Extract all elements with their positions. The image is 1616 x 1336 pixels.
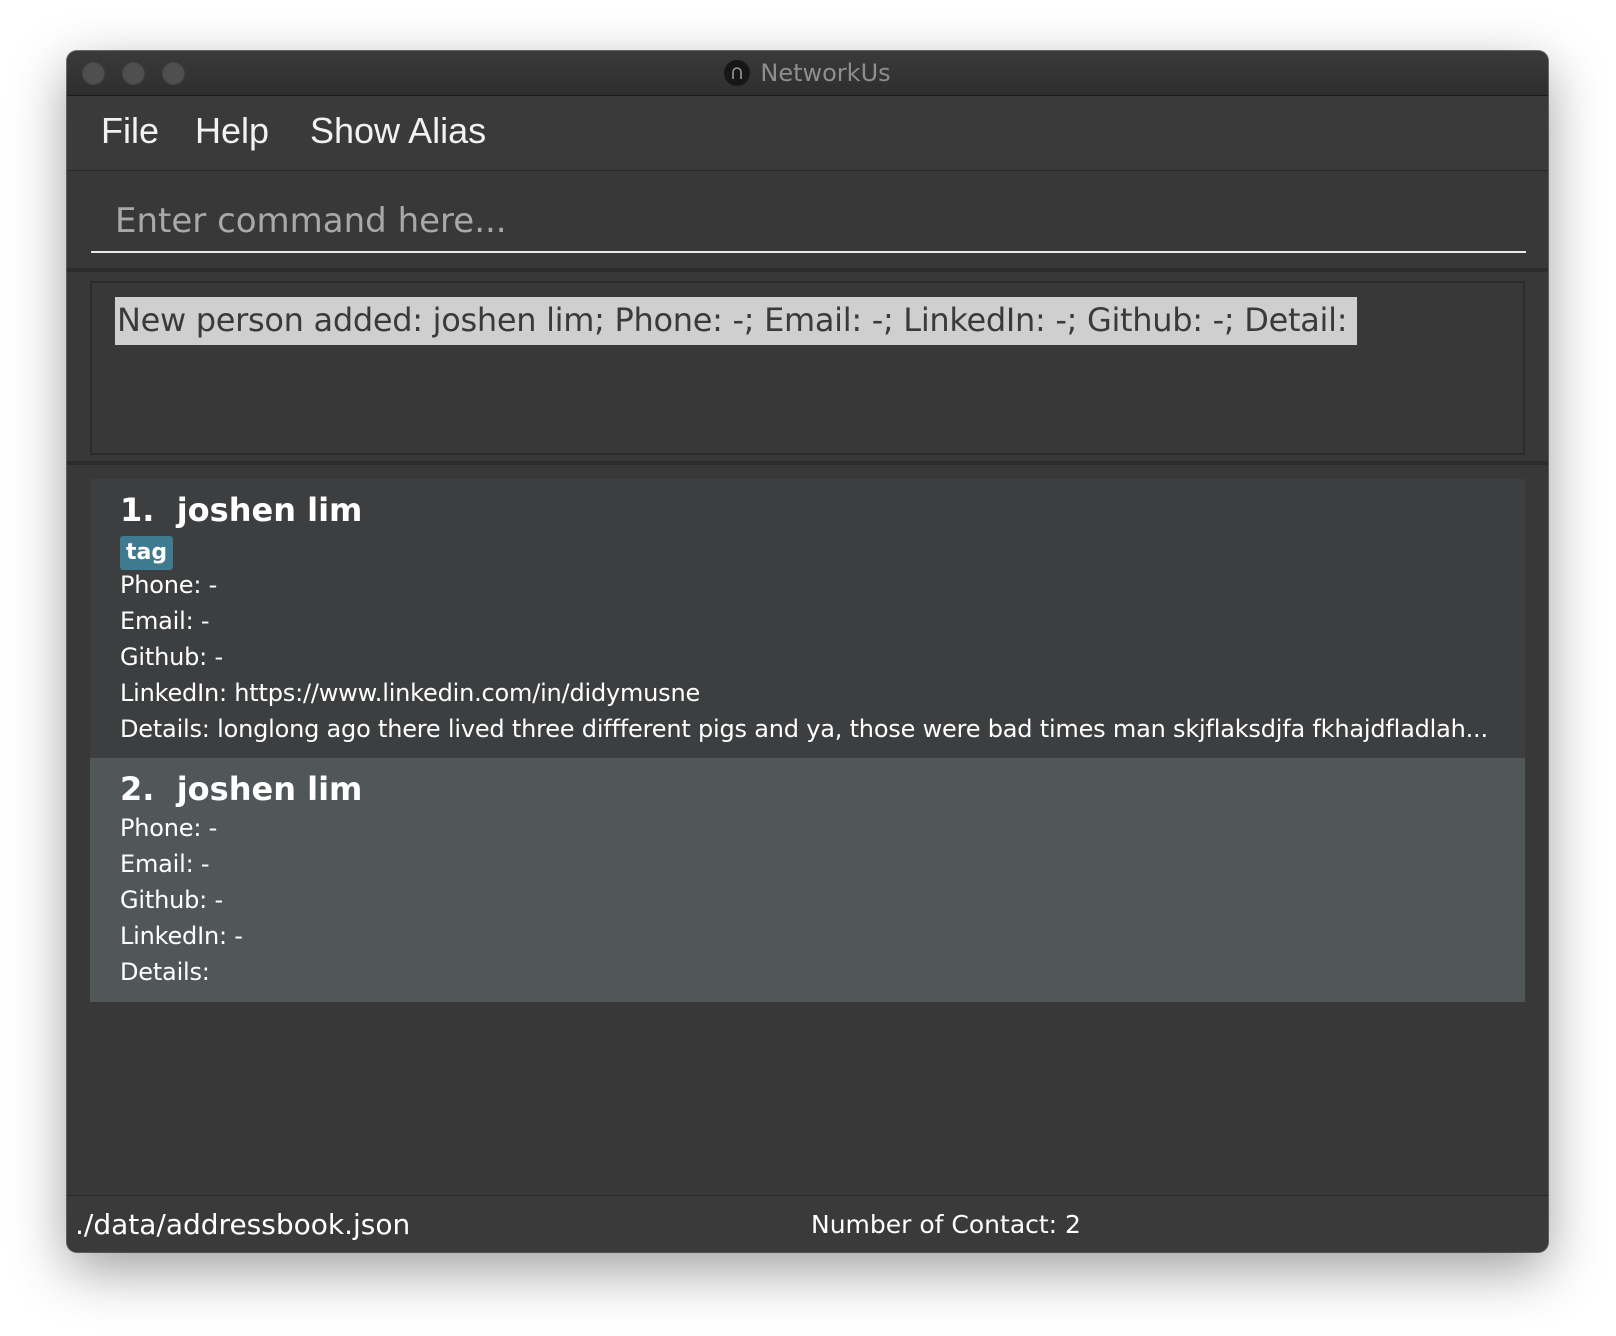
person-card-selected[interactable]: 2. joshen lim Phone: - Email: - Github: … (90, 758, 1525, 1002)
person-tag: tag (120, 536, 174, 570)
person-name-row: 2. joshen lim (120, 770, 362, 808)
person-name: joshen lim (176, 491, 363, 529)
status-bar: ./data/addressbook.json Number of Contac… (67, 1195, 1548, 1252)
menu-show-alias[interactable]: Show Alias (310, 110, 486, 152)
person-linkedin: LinkedIn: - (120, 922, 243, 950)
person-name-row: 1. joshen lim (120, 491, 362, 529)
command-input[interactable] (91, 191, 1526, 253)
person-list[interactable]: 1. joshen lim tag Phone: - Email: - Gith… (67, 469, 1548, 1245)
result-message: New person added: joshen lim; Phone: -; … (115, 297, 1358, 345)
menu-help[interactable]: Help (195, 110, 269, 152)
result-display: New person added: joshen lim; Phone: -; … (90, 281, 1525, 455)
person-details: Details: longlong ago there lived three … (120, 715, 1488, 743)
title-container: NetworkUs (67, 51, 1548, 95)
person-phone: Phone: - (120, 571, 218, 599)
person-github: Github: - (120, 643, 223, 671)
menu-file[interactable]: File (101, 110, 159, 152)
app-logo-icon (724, 60, 751, 86)
person-github: Github: - (120, 886, 223, 914)
person-name: joshen lim (176, 770, 363, 808)
person-details: Details: (120, 958, 210, 986)
person-email: Email: - (120, 607, 210, 635)
divider (67, 268, 1548, 272)
contact-count: Number of Contact: 2 (811, 1210, 1081, 1239)
person-phone: Phone: - (120, 814, 218, 842)
person-linkedin: LinkedIn: https://www.linkedin.com/in/di… (120, 679, 701, 707)
person-index: 1. (120, 491, 155, 529)
menu-bar: File Help Show Alias (67, 96, 1548, 171)
person-card[interactable]: 1. joshen lim tag Phone: - Email: - Gith… (90, 479, 1525, 758)
divider (67, 461, 1548, 465)
person-email: Email: - (120, 850, 210, 878)
app-window: NetworkUs File Help Show Alias New perso… (67, 51, 1548, 1252)
title-bar: NetworkUs (67, 51, 1548, 96)
person-index: 2. (120, 770, 155, 808)
save-file-path: ./data/addressbook.json (75, 1208, 411, 1241)
window-title: NetworkUs (760, 59, 891, 87)
